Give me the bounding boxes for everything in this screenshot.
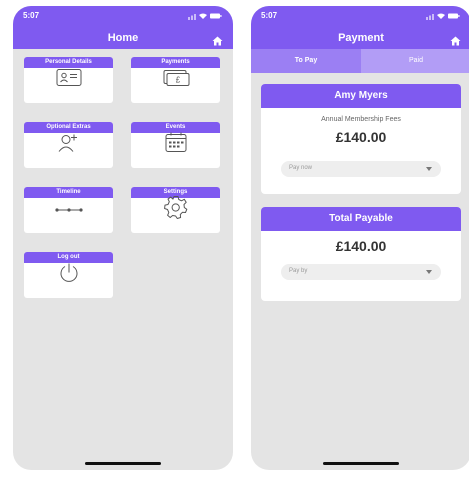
- fee-description: Annual Membership Fees: [321, 116, 401, 123]
- home-indicator: [85, 462, 161, 465]
- status-icons: [426, 12, 460, 20]
- tab-to-pay[interactable]: To Pay: [251, 49, 361, 73]
- timeline-icon: [54, 201, 84, 219]
- select-value: Pay by: [289, 268, 308, 274]
- payment-tabs: To Pay Paid: [251, 49, 469, 73]
- tile-label: Personal Details: [24, 57, 113, 68]
- chevron-down-icon: [426, 270, 432, 274]
- payment-screen: 5:07 Payment To Pay Paid Amy Myers Annua…: [251, 6, 469, 470]
- home-icon[interactable]: [212, 33, 223, 46]
- svg-text:£: £: [175, 76, 180, 85]
- banknote-icon: £: [161, 68, 191, 93]
- timeline-tile[interactable]: Timeline: [24, 187, 113, 233]
- member-name: Amy Myers: [261, 84, 461, 108]
- log-out-tile[interactable]: Log out: [24, 252, 113, 298]
- chevron-down-icon: [426, 167, 432, 171]
- home-icon[interactable]: [450, 33, 461, 46]
- settings-tile[interactable]: Settings: [131, 187, 220, 233]
- personal-details-tile[interactable]: Personal Details: [24, 57, 113, 103]
- status-icons: [188, 12, 222, 20]
- page-title: Home: [107, 32, 139, 44]
- gear-icon: [163, 195, 189, 226]
- events-tile[interactable]: Events: [131, 122, 220, 168]
- payment-navbar: 5:07 Payment: [251, 6, 469, 49]
- home-screen: 5:07 Home Personal Details Payments £ Op…: [13, 6, 233, 470]
- total-payable-card: Total Payable £140.00 Pay by: [261, 207, 461, 301]
- tab-paid[interactable]: Paid: [361, 49, 469, 73]
- total-amount: £140.00: [335, 238, 387, 254]
- pay-by-select[interactable]: Pay by: [281, 264, 441, 280]
- status-time: 5:07: [261, 11, 278, 20]
- select-value: Pay now: [289, 165, 313, 171]
- status-time: 5:07: [23, 11, 40, 20]
- power-icon: [58, 262, 80, 289]
- tile-label: Payments: [131, 57, 220, 68]
- optional-extras-tile[interactable]: Optional Extras: [24, 122, 113, 168]
- payments-tile[interactable]: Payments £: [131, 57, 220, 103]
- pay-method-select[interactable]: Pay now: [281, 161, 441, 177]
- fee-amount: £140.00: [335, 129, 387, 145]
- tile-label: Timeline: [24, 187, 113, 198]
- home-navbar: 5:07 Home: [13, 6, 233, 49]
- home-indicator: [323, 462, 399, 465]
- total-title: Total Payable: [261, 207, 461, 231]
- calendar-icon: [164, 132, 188, 159]
- page-title: Payment: [338, 32, 384, 44]
- id-card-icon: [55, 68, 83, 93]
- add-user-icon: [56, 132, 82, 159]
- member-payment-card: Amy Myers Annual Membership Fees £140.00…: [261, 84, 461, 194]
